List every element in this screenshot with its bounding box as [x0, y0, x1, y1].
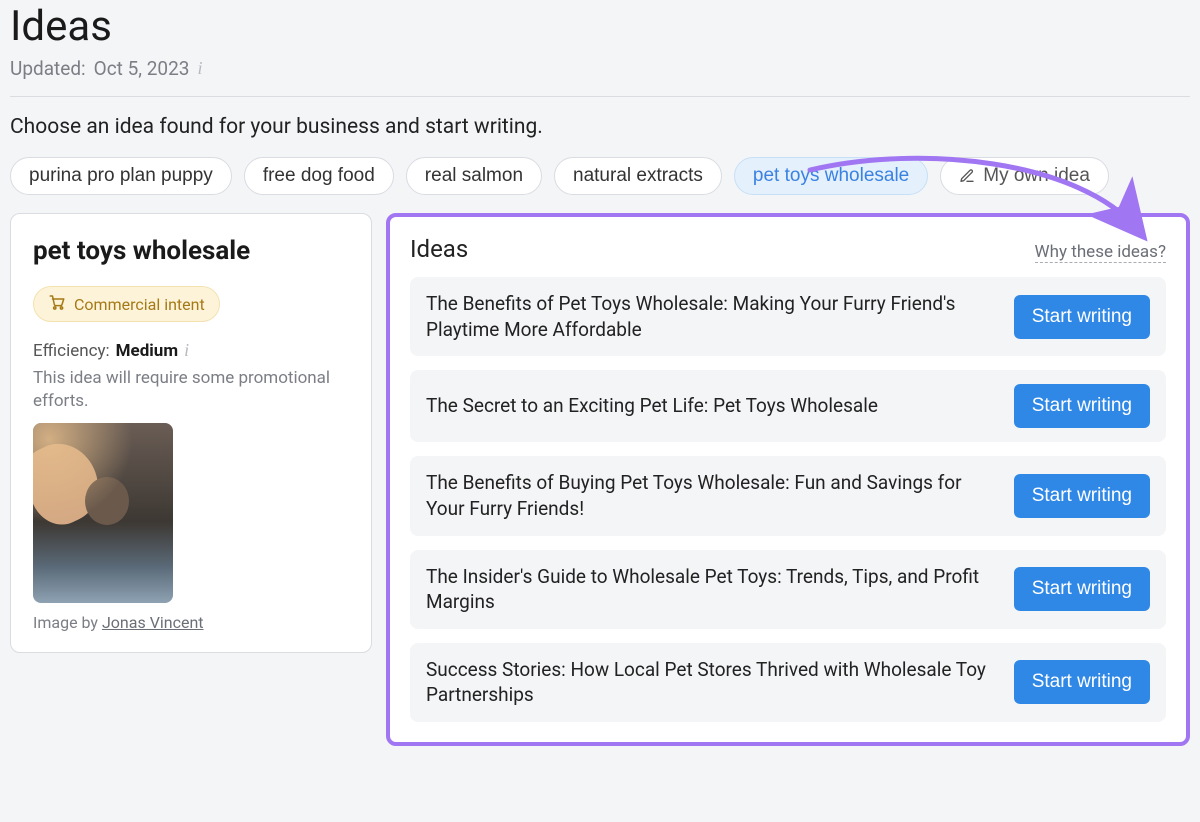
idea-thumbnail	[33, 423, 173, 603]
keyword-chip[interactable]: real salmon	[406, 157, 542, 195]
updated-date: Oct 5, 2023	[94, 57, 190, 80]
intent-badge: Commercial intent	[33, 286, 220, 322]
efficiency-label: Efficiency:	[33, 341, 110, 361]
idea-row: The Benefits of Pet Toys Wholesale: Maki…	[410, 277, 1166, 356]
ideas-heading: Ideas	[410, 235, 468, 263]
intent-label: Commercial intent	[74, 295, 205, 314]
ideas-panel: Ideas Why these ideas? The Benefits of P…	[386, 213, 1190, 746]
idea-title: The Benefits of Buying Pet Toys Wholesal…	[426, 470, 998, 521]
info-icon[interactable]: i	[184, 340, 189, 361]
image-credit-prefix: Image by	[33, 613, 102, 632]
idea-title: The Benefits of Pet Toys Wholesale: Maki…	[426, 291, 998, 342]
page-title: Ideas	[10, 2, 1190, 51]
cart-icon	[48, 293, 66, 315]
my-own-idea-label: My own idea	[983, 165, 1090, 187]
start-writing-button[interactable]: Start writing	[1014, 384, 1150, 428]
efficiency-description: This idea will require some promotional …	[33, 367, 349, 413]
subtitle: Choose an idea found for your business a…	[10, 115, 1190, 139]
why-these-ideas-link[interactable]: Why these ideas?	[1035, 242, 1166, 263]
idea-row: Success Stories: How Local Pet Stores Th…	[410, 643, 1166, 722]
image-credit-link[interactable]: Jonas Vincent	[102, 613, 204, 632]
start-writing-button[interactable]: Start writing	[1014, 660, 1150, 704]
keyword-chip-active[interactable]: pet toys wholesale	[734, 157, 928, 195]
keyword-chip[interactable]: purina pro plan puppy	[10, 157, 232, 195]
updated-label: Updated:	[10, 57, 86, 80]
keyword-chip-row: purina pro plan puppy free dog food real…	[10, 157, 1190, 195]
keyword-chip[interactable]: natural extracts	[554, 157, 722, 195]
idea-title: The Secret to an Exciting Pet Life: Pet …	[426, 393, 998, 419]
start-writing-button[interactable]: Start writing	[1014, 567, 1150, 611]
idea-row: The Benefits of Buying Pet Toys Wholesal…	[410, 456, 1166, 535]
my-own-idea-chip[interactable]: My own idea	[940, 157, 1109, 195]
efficiency-row: Efficiency: Medium i	[33, 340, 349, 361]
idea-row: The Secret to an Exciting Pet Life: Pet …	[410, 370, 1166, 442]
idea-title: The Insider's Guide to Wholesale Pet Toy…	[426, 564, 998, 615]
divider	[10, 96, 1190, 97]
start-writing-button[interactable]: Start writing	[1014, 474, 1150, 518]
efficiency-value: Medium	[116, 341, 178, 361]
keyword-chip[interactable]: free dog food	[244, 157, 394, 195]
info-icon[interactable]: i	[197, 58, 202, 79]
start-writing-button[interactable]: Start writing	[1014, 295, 1150, 339]
image-credit: Image by Jonas Vincent	[33, 613, 349, 632]
pencil-icon	[959, 168, 975, 184]
idea-row: The Insider's Guide to Wholesale Pet Toy…	[410, 550, 1166, 629]
selected-keyword: pet toys wholesale	[33, 236, 349, 266]
idea-title: Success Stories: How Local Pet Stores Th…	[426, 657, 998, 708]
updated-row: Updated: Oct 5, 2023 i	[10, 57, 1190, 80]
keyword-detail-card: pet toys wholesale Commercial intent Eff…	[10, 213, 372, 653]
